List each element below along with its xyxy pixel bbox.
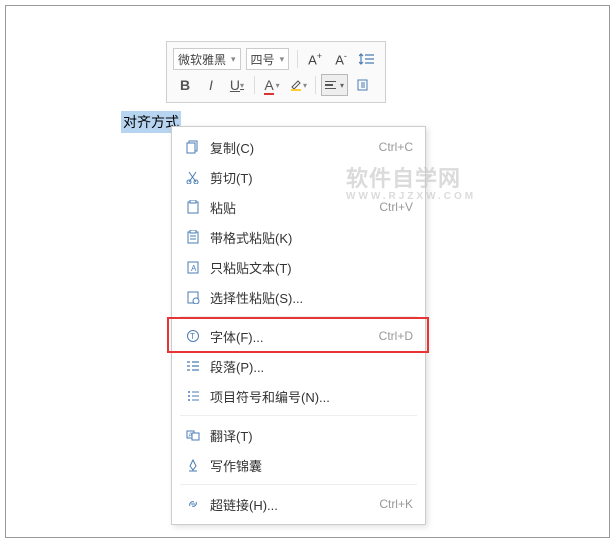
font-size-value: 四号 [251,51,275,68]
cut-icon [182,170,204,184]
paste-text-icon: A [182,260,204,274]
highlight-button[interactable]: ▾ [286,73,310,97]
menu-paragraph[interactable]: 段落(P)... [172,351,425,381]
menu-shortcut: Ctrl+D [379,329,413,343]
separator [315,76,316,94]
menu-copy[interactable]: 复制(C) Ctrl+C [172,132,425,162]
editor-canvas: 微软雅黑 ▾ 四号 ▾ A+ A- B I U▾ A▾ [5,5,610,538]
font-size-combo[interactable]: 四号 ▾ [246,48,290,70]
link-icon [182,497,204,511]
paste-format-icon [182,230,204,244]
menu-paste-format[interactable]: 带格式粘贴(K) [172,222,425,252]
italic-button[interactable]: I [199,73,223,97]
separator [297,50,298,68]
paragraph-icon [182,359,204,373]
menu-label: 项目符号和编号(N)... [210,387,413,406]
menu-bullets[interactable]: 项目符号和编号(N)... [172,381,425,411]
toolbar-row-2: B I U▾ A▾ ▾ ▾ [173,72,379,98]
menu-label: 选择性粘贴(S)... [210,288,413,307]
line-spacing-button[interactable] [355,47,379,71]
menu-cut[interactable]: 剪切(T) [172,162,425,192]
context-menu: 复制(C) Ctrl+C 剪切(T) 粘贴 Ctrl+V 带格式粘贴(K) A … [171,126,426,525]
svg-text:A: A [191,264,197,273]
menu-label: 翻译(T) [210,426,413,445]
mini-toolbar: 微软雅黑 ▾ 四号 ▾ A+ A- B I U▾ A▾ [166,41,386,103]
grow-font-icon: A+ [308,51,322,67]
chevron-down-icon: ▾ [340,81,344,90]
menu-hyperlink[interactable]: 超链接(H)... Ctrl+K [172,489,425,519]
menu-shortcut: Ctrl+K [379,497,413,511]
font-icon: T [182,329,204,343]
chevron-down-icon: ▾ [231,54,236,65]
menu-label: 超链接(H)... [210,495,379,514]
font-name-combo[interactable]: 微软雅黑 ▾ [173,48,241,70]
bullets-icon [182,389,204,403]
underline-button[interactable]: U▾ [225,73,249,97]
menu-label: 粘贴 [210,198,379,217]
menu-writing[interactable]: 写作锦囊 [172,450,425,480]
svg-text:A: A [189,433,193,439]
font-color-button[interactable]: A▾ [260,73,284,97]
pen-icon [182,458,204,472]
highlight-icon [289,78,303,92]
chevron-down-icon: ▾ [280,54,285,65]
menu-label: 只粘贴文本(T) [210,258,413,277]
menu-paste-special[interactable]: 选择性粘贴(S)... [172,282,425,312]
menu-label: 带格式粘贴(K) [210,228,413,247]
menu-divider [180,484,417,485]
menu-paste[interactable]: 粘贴 Ctrl+V [172,192,425,222]
menu-label: 字体(F)... [210,327,379,346]
indent-button[interactable] [350,73,374,97]
toolbar-row-1: 微软雅黑 ▾ 四号 ▾ A+ A- [173,46,379,72]
menu-label: 写作锦囊 [210,456,413,475]
copy-icon [182,140,204,154]
menu-label: 复制(C) [210,138,379,157]
menu-font[interactable]: T 字体(F)... Ctrl+D [172,321,425,351]
menu-shortcut: Ctrl+C [379,140,413,154]
alignment-button[interactable]: ▾ [321,74,348,96]
separator [254,76,255,94]
font-name-value: 微软雅黑 [178,51,226,68]
menu-translate[interactable]: A 翻译(T) [172,420,425,450]
paste-icon [182,200,204,214]
menu-shortcut: Ctrl+V [379,200,413,214]
font-color-icon: A [264,77,273,93]
shrink-font-icon: A- [335,51,347,67]
svg-text:T: T [190,332,195,341]
menu-label: 段落(P)... [210,357,413,376]
menu-divider [180,415,417,416]
align-icon [325,81,336,90]
menu-label: 剪切(T) [210,168,413,187]
bold-button[interactable]: B [173,73,197,97]
shrink-font-button[interactable]: A- [329,47,353,71]
paste-special-icon [182,290,204,304]
indent-icon [355,78,370,92]
line-spacing-icon [359,52,375,66]
grow-font-button[interactable]: A+ [303,47,327,71]
menu-divider [180,316,417,317]
menu-paste-text[interactable]: A 只粘贴文本(T) [172,252,425,282]
translate-icon: A [182,428,204,442]
